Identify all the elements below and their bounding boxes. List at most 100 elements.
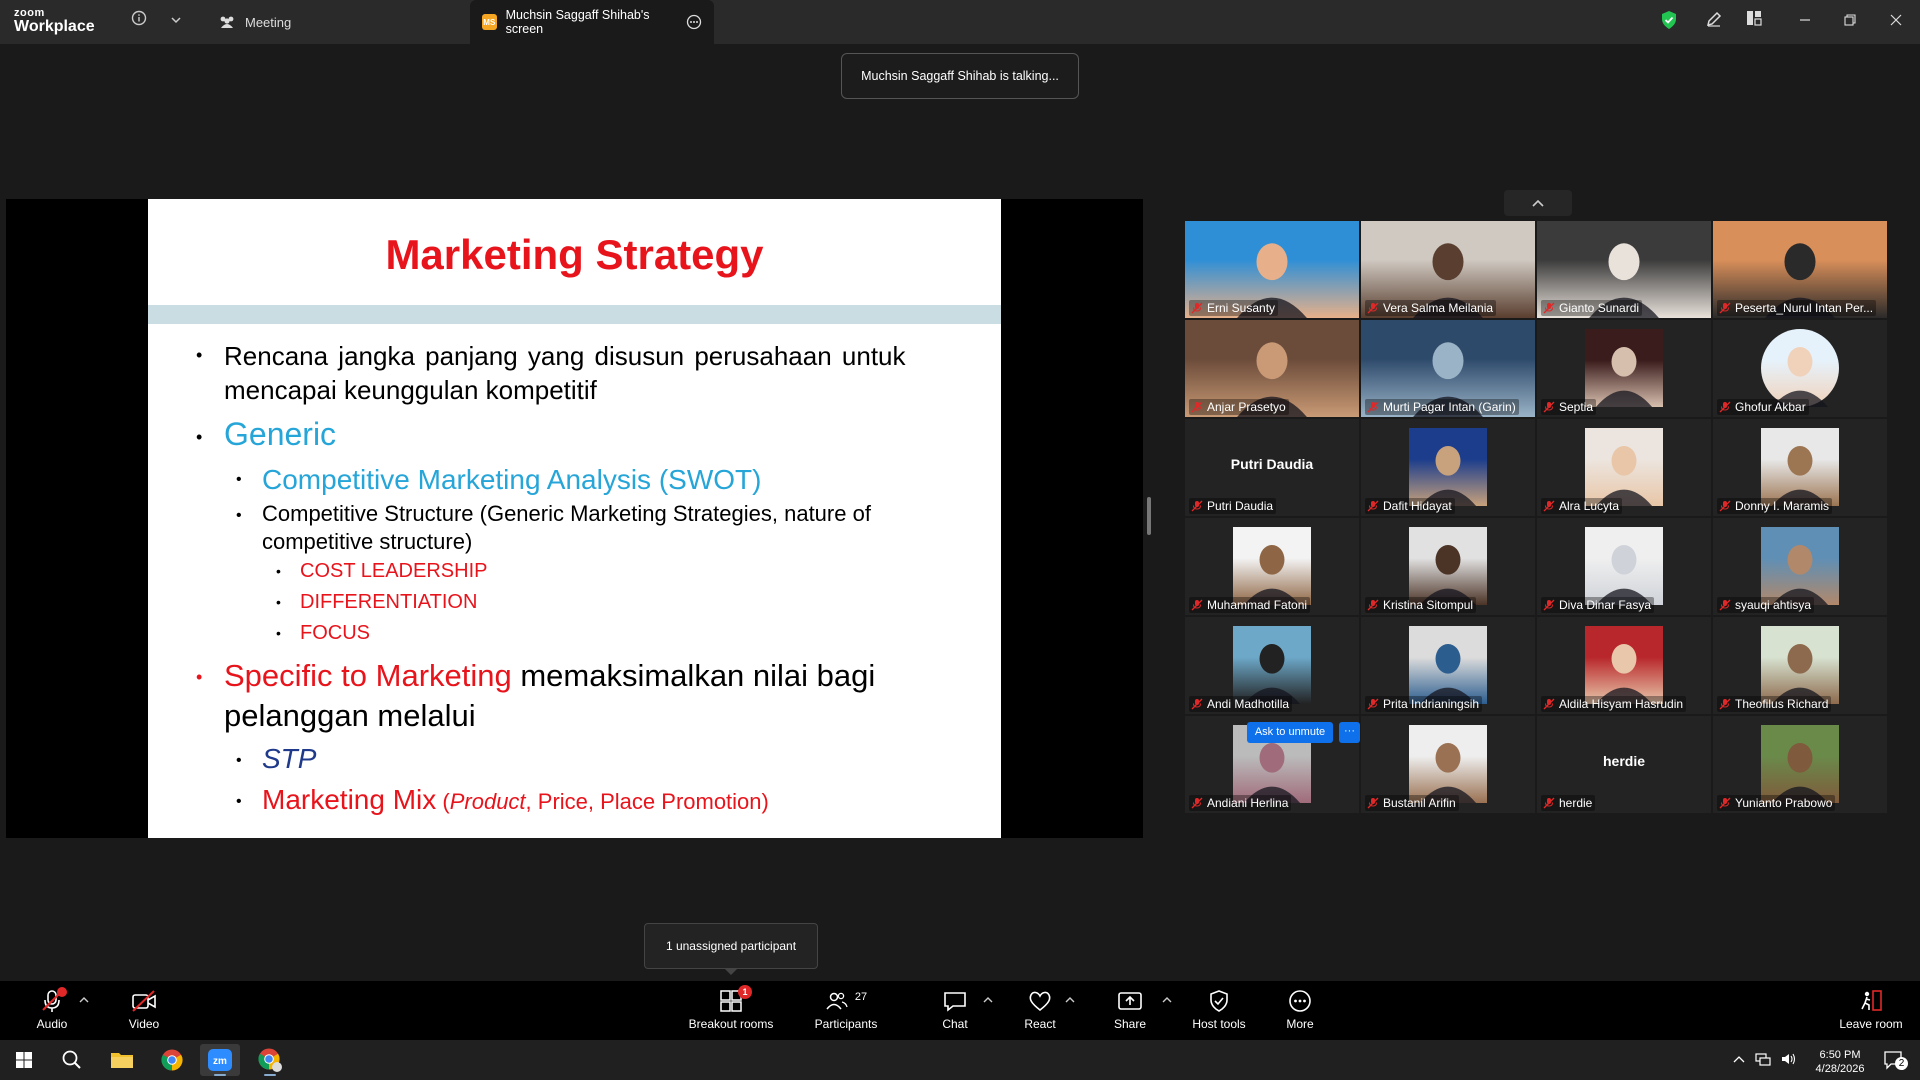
- notification-count: 2: [1895, 1057, 1908, 1070]
- tab-shared-screen[interactable]: MS Muchsin Saggaff Shihab's screen: [470, 0, 714, 44]
- participant-tile[interactable]: Bustanil Arifin: [1361, 716, 1535, 813]
- split-view-resize-handle[interactable]: [1147, 497, 1151, 535]
- participant-tile[interactable]: Vera Salma Meilania: [1361, 221, 1535, 318]
- avatar-head: [1259, 742, 1285, 773]
- participant-tile[interactable]: Erni Susanty: [1185, 221, 1359, 318]
- participant-tile[interactable]: Diva Dinar Fasya: [1537, 518, 1711, 615]
- minimize-icon[interactable]: [1793, 10, 1817, 34]
- participant-tile[interactable]: syauqi ahtisya: [1713, 518, 1887, 615]
- gallery-page-up-button[interactable]: [1504, 190, 1572, 216]
- slide-text-mix-rest: , Price, Place Promotion): [525, 789, 769, 814]
- participant-name-label: Murti Pagar Intan (Garin): [1365, 399, 1519, 415]
- zoom-taskbar-icon[interactable]: zm: [200, 1044, 240, 1076]
- share-label: Share: [1113, 1017, 1147, 1031]
- participant-tile[interactable]: Aldila Hisyam Hasrudin: [1537, 617, 1711, 714]
- participant-name: Murti Pagar Intan (Garin): [1383, 400, 1516, 414]
- annotate-pen-icon[interactable]: [1702, 10, 1726, 34]
- chat-options-caret[interactable]: [983, 995, 993, 1007]
- slide-text-line: Competitive Structure (Generic Marketing…: [262, 501, 871, 526]
- participant-tile[interactable]: Theofilus Richard: [1713, 617, 1887, 714]
- clock[interactable]: 6:50 PM 4/28/2026: [1805, 1044, 1875, 1076]
- participant-name-label: herdie: [1541, 795, 1596, 811]
- microphone-muted-icon: [1191, 698, 1203, 710]
- participant-more-button[interactable]: ···: [1339, 722, 1360, 743]
- notification-center-button[interactable]: 2: [1878, 1044, 1908, 1076]
- participant-name-label: Muhammad Fatoni: [1189, 597, 1311, 613]
- participant-name-label: Aldila Hisyam Hasrudin: [1541, 696, 1687, 712]
- more-button[interactable]: More: [1255, 987, 1345, 1037]
- participant-tile[interactable]: Putri Daudia Putri Daudia: [1185, 419, 1359, 516]
- participant-name: Prita Indrianingsih: [1383, 697, 1480, 711]
- person-silhouette-icon: [1595, 445, 1653, 506]
- participant-name: Putri Daudia: [1207, 499, 1274, 513]
- participant-tile[interactable]: Ghofur Akbar: [1713, 320, 1887, 417]
- person-silhouette-icon: [1771, 346, 1829, 407]
- participant-tile[interactable]: Yunianto Prabowo: [1713, 716, 1887, 813]
- network-icon[interactable]: [1755, 1052, 1771, 1069]
- breakout-rooms-button[interactable]: 1 Breakout rooms: [686, 985, 776, 1037]
- microphone-muted-icon: [1191, 500, 1203, 512]
- ask-to-unmute-button[interactable]: Ask to unmute: [1247, 722, 1333, 743]
- video-button[interactable]: Video: [99, 987, 189, 1037]
- participant-name: Vera Salma Meilania: [1383, 301, 1494, 315]
- participant-tile[interactable]: Peserta_Nurul Intan Per...: [1713, 221, 1887, 318]
- participant-name-label: Andiani Herlina: [1189, 795, 1292, 811]
- host-tools-button[interactable]: Host tools: [1174, 987, 1264, 1037]
- windows-start-icon[interactable]: [4, 1044, 44, 1076]
- participant-avatar: [1585, 527, 1663, 605]
- participant-name-label: Kristina Sitompul: [1365, 597, 1477, 613]
- avatar-head: [1432, 243, 1464, 281]
- leave-room-icon: [1826, 987, 1916, 1015]
- share-options-caret[interactable]: [1162, 995, 1172, 1007]
- participant-tile[interactable]: Alra Lucyta: [1537, 419, 1711, 516]
- slide-text-line: pelanggan melalui: [224, 698, 476, 733]
- participant-name: syauqi ahtisya: [1735, 598, 1812, 612]
- chrome-icon[interactable]: [152, 1044, 192, 1076]
- participant-avatar: [1233, 527, 1311, 605]
- slide-text-mix-product: Product: [449, 789, 526, 814]
- file-explorer-icon[interactable]: [102, 1044, 142, 1076]
- participant-tile[interactable]: Anjar Prasetyo: [1185, 320, 1359, 417]
- participant-name: Kristina Sitompul: [1383, 598, 1474, 612]
- tab-meeting[interactable]: Meeting: [206, 0, 303, 44]
- chevron-down-icon[interactable]: [164, 10, 188, 34]
- audio-options-caret[interactable]: [79, 995, 89, 1007]
- participant-tile[interactable]: Dafit Hidayat: [1361, 419, 1535, 516]
- participants-button[interactable]: 27 Participants: [801, 987, 891, 1037]
- info-icon[interactable]: [127, 10, 151, 34]
- avatar-head: [1256, 342, 1288, 380]
- participant-name: Erni Susanty: [1207, 301, 1276, 315]
- participant-tile[interactable]: Murti Pagar Intan (Garin): [1361, 320, 1535, 417]
- participant-tile[interactable]: Kristina Sitompul: [1361, 518, 1535, 615]
- layout-view-icon[interactable]: [1742, 10, 1766, 34]
- more-options-icon[interactable]: [686, 14, 702, 30]
- participant-name-label: Peserta_Nurul Intan Per...: [1717, 300, 1877, 316]
- participant-tile[interactable]: Donny I. Maramis: [1713, 419, 1887, 516]
- avatar-head: [1259, 544, 1285, 575]
- bullet-dot: •: [276, 625, 281, 641]
- chrome-profile-icon[interactable]: [250, 1044, 290, 1076]
- participant-tile[interactable]: Septia: [1537, 320, 1711, 417]
- shared-screen-view[interactable]: Marketing Strategy • Rencana jangka panj…: [6, 199, 1143, 838]
- volume-icon[interactable]: [1781, 1052, 1797, 1069]
- avatar-head: [1435, 544, 1461, 575]
- participant-name: Andi Madhotilla: [1207, 697, 1290, 711]
- participant-name: Peserta_Nurul Intan Per...: [1735, 301, 1874, 315]
- participant-tile[interactable]: herdie herdie: [1537, 716, 1711, 813]
- tray-expand-icon[interactable]: [1733, 1054, 1745, 1066]
- close-icon[interactable]: [1884, 10, 1908, 34]
- restore-icon[interactable]: [1838, 10, 1862, 34]
- react-options-caret[interactable]: [1065, 995, 1075, 1007]
- security-shield-icon[interactable]: [1657, 10, 1681, 34]
- search-icon[interactable]: [52, 1044, 92, 1076]
- participant-tile[interactable]: Muhammad Fatoni: [1185, 518, 1359, 615]
- participant-avatar: [1761, 527, 1839, 605]
- participant-tile[interactable]: Andi Madhotilla: [1185, 617, 1359, 714]
- microphone-muted-icon: [1367, 401, 1379, 413]
- breakout-rooms-icon: [686, 987, 776, 1015]
- participant-name-label: Diva Dinar Fasya: [1541, 597, 1655, 613]
- leave-room-button[interactable]: Leave room: [1826, 987, 1916, 1037]
- participant-tile[interactable]: Gianto Sunardi: [1537, 221, 1711, 318]
- participant-tile[interactable]: Prita Indrianingsih: [1361, 617, 1535, 714]
- participant-name: Ghofur Akbar: [1735, 400, 1806, 414]
